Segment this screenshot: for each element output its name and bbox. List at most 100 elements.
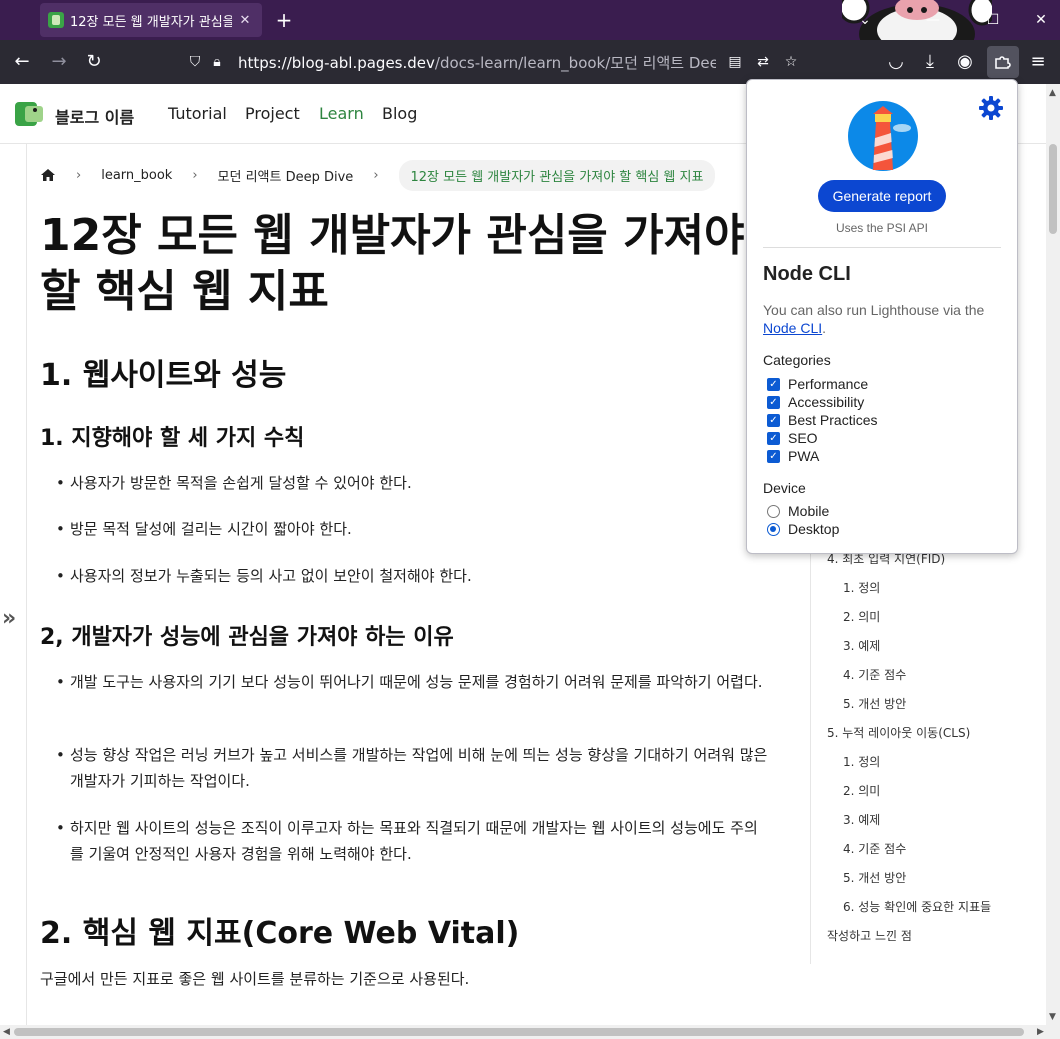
scroll-right-icon[interactable]: ▶	[1037, 1027, 1044, 1037]
tracking-shield-icon[interactable]: ⛉	[184, 54, 206, 70]
toc-item[interactable]: 5. 개선 방안	[843, 869, 906, 886]
category-checkbox-accessibility[interactable]: ✓ Accessibility	[767, 394, 864, 410]
account-icon[interactable]: ◉	[953, 50, 977, 74]
checkbox-checked-icon[interactable]: ✓	[767, 413, 780, 427]
radio-label: Mobile	[788, 503, 830, 519]
radio-selected-icon[interactable]	[767, 522, 780, 536]
close-window-button[interactable]: ✕	[1028, 8, 1054, 32]
list-item: 성능 향상 작업은 러닝 커브가 높고 서비스를 개발하는 작업에 비해 눈에 …	[56, 742, 770, 794]
vertical-scrollbar[interactable]: ▲ ▼	[1046, 84, 1060, 1025]
description-suffix: .	[822, 320, 827, 336]
nav-learn[interactable]: Learn	[319, 104, 364, 123]
paragraph: 구글에서 만든 지표로 좋은 웹 사이트를 분류하는 기준으로 사용된다.	[40, 970, 470, 988]
checkbox-label: Accessibility	[788, 394, 865, 410]
scroll-up-icon[interactable]: ▲	[1049, 88, 1056, 98]
browser-tab[interactable]: 12장 모든 웹 개발자가 관심을 ✕	[40, 3, 262, 37]
nav-blog[interactable]: Blog	[382, 104, 417, 123]
toc-item[interactable]: 5. 누적 레이아웃 이동(CLS)	[827, 724, 970, 741]
category-checkbox-performance[interactable]: ✓ Performance	[767, 376, 868, 392]
category-checkbox-pwa[interactable]: ✓ PWA	[767, 448, 819, 464]
forward-arrow-icon[interactable]: →	[47, 50, 71, 74]
toc-item[interactable]: 3. 예제	[843, 811, 880, 828]
breadcrumb: › learn_book › 모던 리액트 Deep Dive › 12장 모든…	[40, 159, 716, 191]
lighthouse-logo-icon	[848, 101, 918, 171]
url-bar[interactable]: ⛉ 🔒︎ https://blog-abl.pages.dev/docs-lea…	[184, 46, 808, 78]
lock-icon[interactable]: 🔒︎	[206, 54, 228, 70]
table-of-contents: 4. 최초 입력 지연(FID) 1. 정의 2. 의미 3. 예제 4. 기준…	[810, 544, 1038, 964]
breadcrumb-item[interactable]: 모던 리액트 Deep Dive	[218, 166, 354, 185]
generate-report-button[interactable]: Generate report	[818, 180, 946, 212]
site-title[interactable]: 블로그 이름	[55, 104, 134, 128]
breadcrumb-item[interactable]: learn_book	[101, 168, 172, 183]
list-item: 사용자가 방문한 목적을 손쉽게 달성할 수 있어야 한다.	[56, 470, 770, 496]
device-radio-mobile[interactable]: Mobile	[767, 503, 829, 519]
tab-title: 12장 모든 웹 개발자가 관심을	[70, 14, 232, 30]
toc-item[interactable]: 2. 의미	[843, 782, 880, 799]
description-text: You can also run Lighthouse via the	[763, 302, 985, 318]
toc-item[interactable]: 4. 기준 점수	[843, 840, 906, 857]
navigation-toolbar: ← → ↻ ⛉ 🔒︎ https://blog-abl.pages.dev/do…	[0, 40, 1060, 84]
toc-item[interactable]: 2. 의미	[843, 608, 880, 625]
list-item: 개발 도구는 사용자의 기기 보다 성능이 뛰어나기 때문에 성능 문제를 경험…	[56, 669, 770, 695]
nav-tutorial[interactable]: Tutorial	[168, 104, 227, 123]
node-cli-link[interactable]: Node CLI	[763, 320, 822, 336]
node-cli-heading: Node CLI	[763, 263, 851, 285]
checkbox-checked-icon[interactable]: ✓	[767, 395, 780, 409]
checkbox-label: Best Practices	[788, 412, 878, 428]
toc-item[interactable]: 5. 개선 방안	[843, 695, 906, 712]
minimize-button[interactable]: —	[920, 8, 946, 32]
back-arrow-icon[interactable]: ←	[10, 50, 34, 74]
download-icon[interactable]: ⤓	[918, 50, 942, 74]
expand-sidebar-icon[interactable]: »	[2, 606, 16, 631]
checkbox-checked-icon[interactable]: ✓	[767, 449, 780, 463]
horizontal-scroll-thumb[interactable]	[14, 1028, 1024, 1036]
reload-icon[interactable]: ↻	[82, 50, 106, 74]
psi-note: Uses the PSI API	[835, 221, 929, 235]
toc-item[interactable]: 1. 정의	[843, 579, 880, 596]
checkbox-checked-icon[interactable]: ✓	[767, 377, 780, 391]
tab-close-icon[interactable]: ✕	[236, 13, 254, 28]
breadcrumb-chevron-icon: ›	[192, 167, 198, 183]
tab-list-chevron-icon[interactable]: ⌄	[852, 8, 878, 32]
subsection-heading: 1. 지향해야 할 세 가지 수칙	[40, 426, 305, 451]
divider	[763, 247, 1001, 248]
toc-item[interactable]: 4. 기준 점수	[843, 666, 906, 683]
settings-gear-icon[interactable]	[977, 94, 1005, 122]
checkbox-label: Performance	[788, 376, 869, 392]
bookmark-star-icon[interactable]: ☆	[780, 54, 802, 70]
scroll-down-icon[interactable]: ▼	[1049, 1012, 1056, 1022]
list-item: 방문 목적 달성에 걸리는 시간이 짧아야 한다.	[56, 516, 770, 542]
category-checkbox-seo[interactable]: ✓ SEO	[767, 430, 818, 446]
toc-item[interactable]: 6. 성능 확인에 중요한 지표들	[843, 898, 991, 915]
translate-icon[interactable]: ⇄	[752, 54, 774, 70]
category-checkbox-best-practices[interactable]: ✓ Best Practices	[767, 412, 877, 428]
lighthouse-popup: Generate report Uses the PSI API Node CL…	[746, 79, 1018, 554]
checkbox-label: SEO	[788, 430, 818, 446]
toc-item[interactable]: 3. 예제	[843, 637, 880, 654]
nav-project[interactable]: Project	[245, 104, 300, 123]
checkbox-label: PWA	[788, 448, 820, 464]
scroll-left-icon[interactable]: ◀	[3, 1027, 10, 1037]
device-label: Device	[763, 480, 806, 496]
radio-unselected-icon[interactable]	[767, 504, 780, 518]
menu-hamburger-icon[interactable]: ≡	[1026, 50, 1050, 74]
checkbox-checked-icon[interactable]: ✓	[767, 431, 780, 445]
vertical-scroll-thumb[interactable]	[1049, 144, 1057, 234]
toc-item[interactable]: 작성하고 느낀 점	[827, 927, 912, 944]
new-tab-button[interactable]: +	[272, 8, 296, 32]
maximize-button[interactable]: ☐	[980, 8, 1006, 32]
page-title: 12장 모든 웹 개발자가 관심을 가져야 할 핵심 웹 지표	[40, 210, 745, 317]
node-cli-description: You can also run Lighthouse via the Node…	[763, 301, 1003, 337]
pocket-icon[interactable]: ◡	[884, 50, 908, 74]
home-icon[interactable]	[40, 168, 56, 182]
title-bar: 12장 모든 웹 개발자가 관심을 ✕ + ⌄ — ☐ ✕	[0, 0, 1060, 40]
puzzle-icon	[995, 56, 1011, 69]
horizontal-scrollbar[interactable]: ◀ ▶	[0, 1025, 1060, 1039]
extensions-button[interactable]	[987, 46, 1019, 78]
reader-view-icon[interactable]: ▤	[724, 54, 746, 70]
toc-item[interactable]: 1. 정의	[843, 753, 880, 770]
list-item: 사용자의 정보가 누출되는 등의 사고 없이 보안이 철저해야 한다.	[56, 563, 770, 589]
url-text[interactable]: https://blog-abl.pages.dev/docs-learn/le…	[238, 52, 716, 73]
device-radio-desktop[interactable]: Desktop	[767, 521, 839, 537]
site-logo-icon[interactable]	[15, 100, 45, 128]
